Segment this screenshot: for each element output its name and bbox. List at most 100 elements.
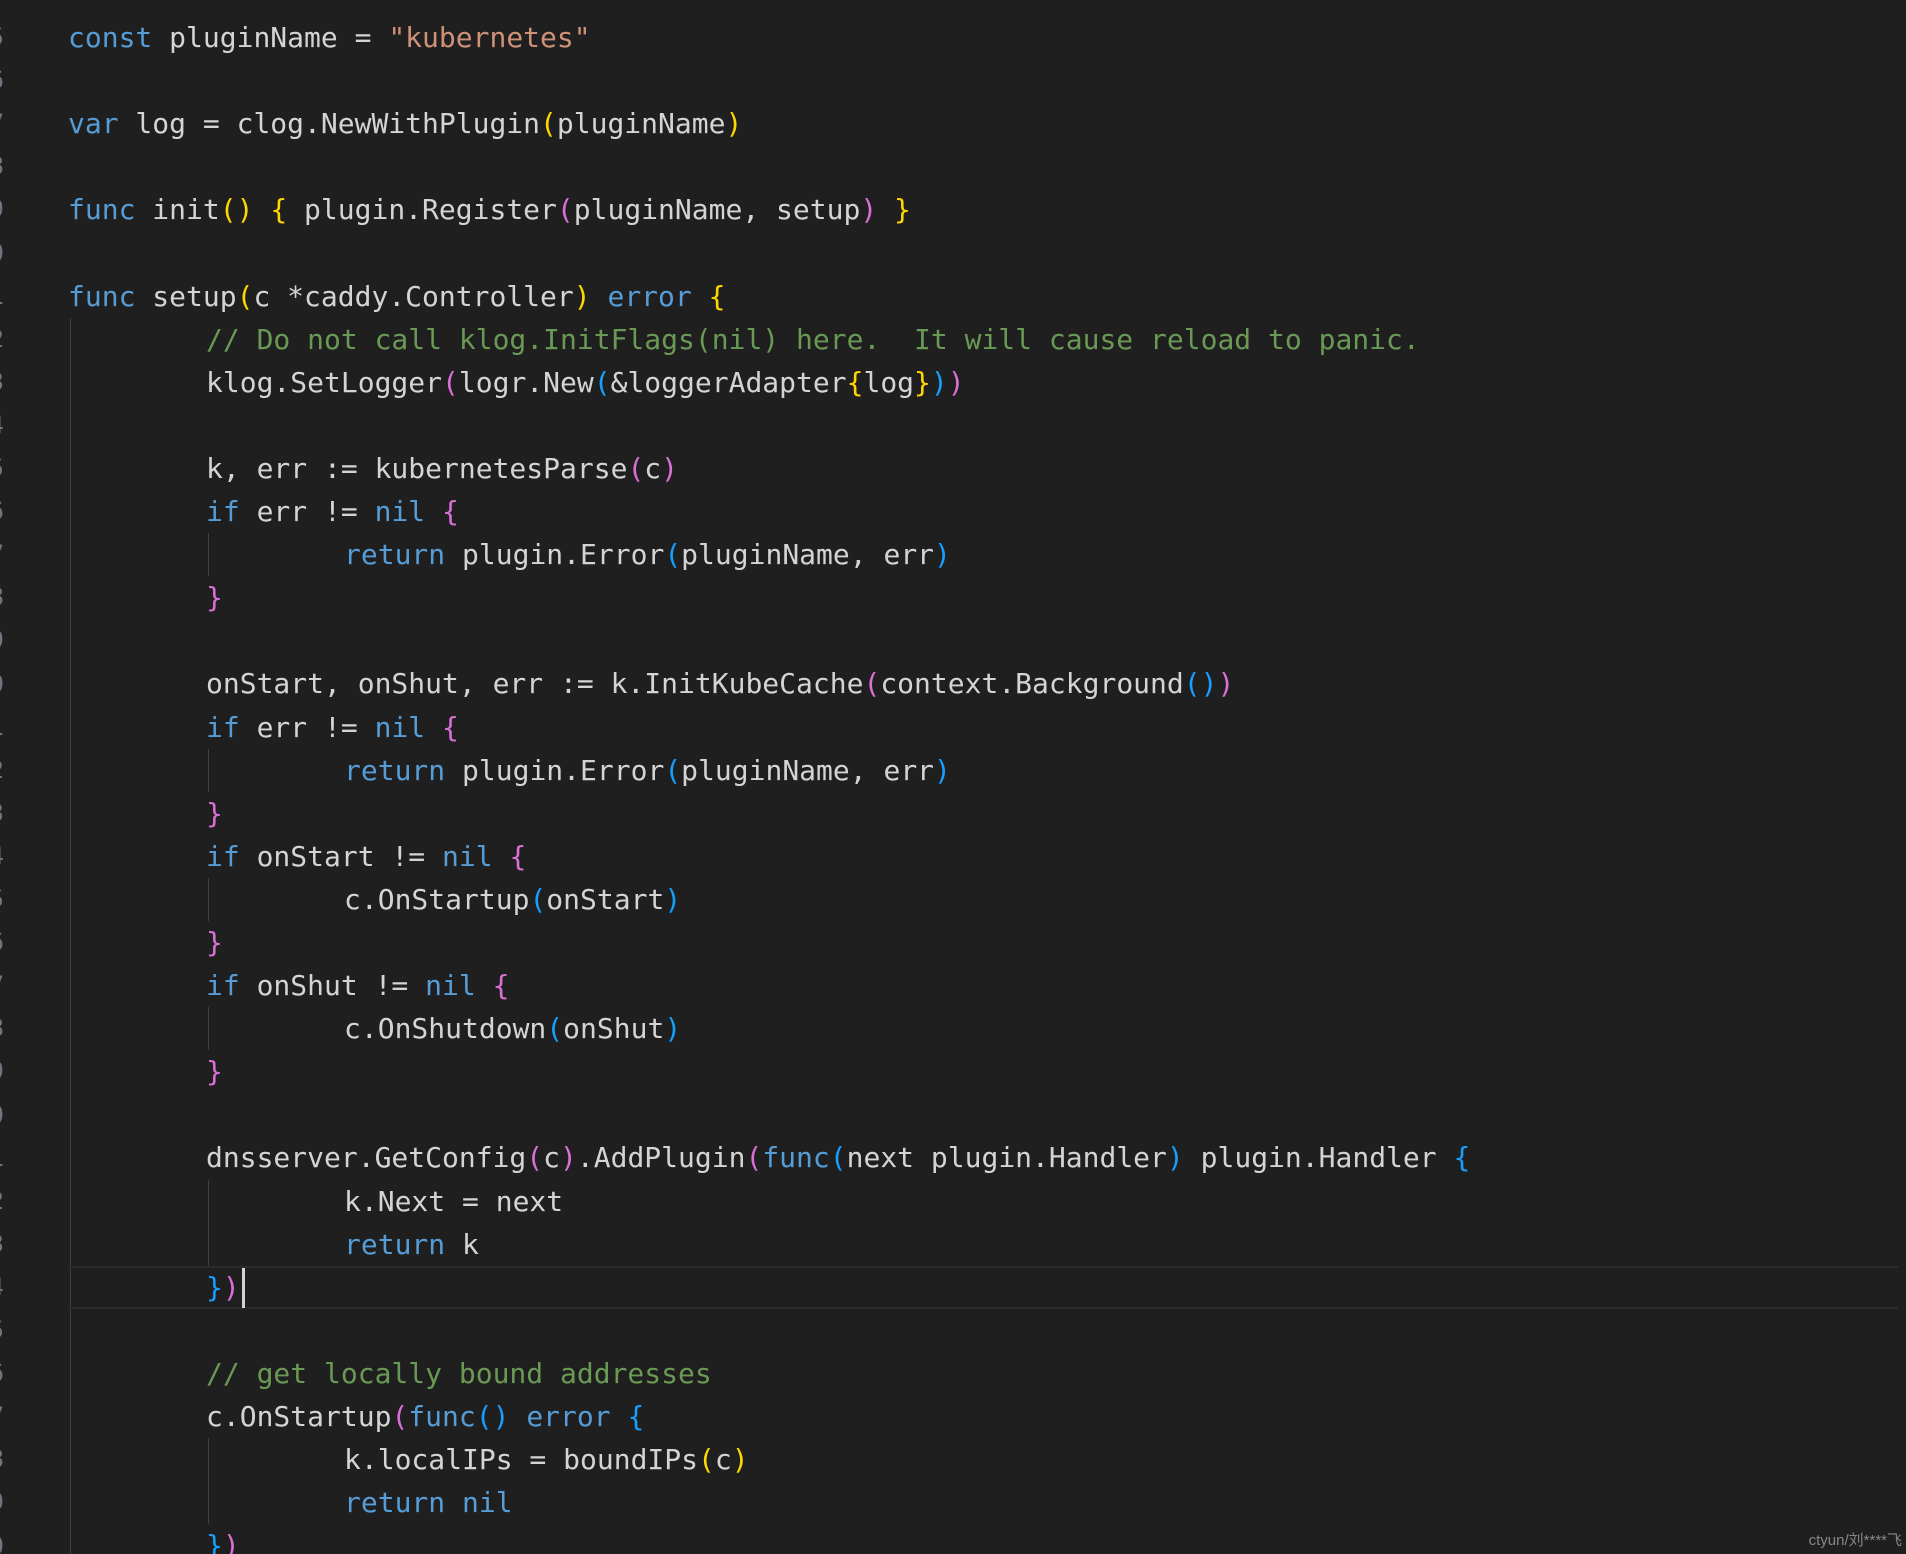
code-line[interactable]: dnsserver.GetConfig(c).AddPlugin(func(ne… <box>68 1136 1898 1179</box>
code-line[interactable]: } <box>68 1050 1898 1093</box>
code-line[interactable]: return k <box>68 1223 1898 1266</box>
code-token: error <box>526 1400 611 1433</box>
code-token: ( <box>593 365 611 399</box>
code-line[interactable]: if onStart != nil { <box>68 835 1898 878</box>
line-number[interactable]: 8 <box>0 1007 4 1050</box>
line-number[interactable]: 0 <box>0 1094 4 1137</box>
code-line[interactable] <box>68 231 1898 274</box>
code-line[interactable]: } <box>68 921 1898 964</box>
line-number[interactable]: 1 <box>0 275 4 318</box>
code-token: { <box>492 969 510 1003</box>
line-number[interactable]: 7 <box>0 964 4 1007</box>
line-number[interactable]: 6 <box>0 59 4 102</box>
code-line[interactable]: return plugin.Error(pluginName, err) <box>68 533 1898 576</box>
code-line[interactable]: var log = clog.NewWithPlugin(pluginName) <box>68 102 1898 145</box>
code-line[interactable]: const pluginName = "kubernetes" <box>68 16 1898 59</box>
line-number[interactable]: 8 <box>0 145 4 188</box>
line-number[interactable]: 5 <box>0 447 4 490</box>
code-token: onStart <box>546 882 665 916</box>
line-number[interactable]: 1 <box>0 1137 4 1180</box>
line-number[interactable]: 5 <box>0 16 4 59</box>
line-number[interactable]: 7 <box>0 102 4 145</box>
line-number[interactable]: 7 <box>0 533 4 576</box>
code-line[interactable]: }) <box>68 1524 1898 1554</box>
code-line[interactable]: } <box>68 576 1898 619</box>
code-token: c <box>543 1141 561 1175</box>
line-number[interactable]: 4 <box>0 404 4 447</box>
line-number-gutter[interactable]: 567890123456789012345678901234567890 <box>0 0 10 1554</box>
line-number[interactable]: 9 <box>0 188 4 231</box>
code-token: ( <box>556 193 574 227</box>
code-line[interactable] <box>68 1309 1898 1352</box>
code-line[interactable] <box>68 404 1898 447</box>
code-line[interactable]: } <box>68 792 1898 835</box>
line-number[interactable]: 5 <box>0 1309 4 1352</box>
code-line[interactable] <box>68 1093 1898 1136</box>
code-line[interactable]: }) <box>68 1266 1898 1309</box>
code-token: ) <box>661 451 679 485</box>
code-line[interactable]: c.OnStartup(func() error { <box>68 1395 1898 1438</box>
code-line[interactable]: klog.SetLogger(logr.New(&loggerAdapter{l… <box>68 361 1898 404</box>
code-line[interactable]: onStart, onShut, err := k.InitKubeCache(… <box>68 662 1898 705</box>
line-number[interactable]: 9 <box>0 619 4 662</box>
code-line[interactable]: if err != nil { <box>68 706 1898 749</box>
code-line[interactable]: if err != nil { <box>68 490 1898 533</box>
code-line[interactable]: k.localIPs = boundIPs(c) <box>68 1438 1898 1481</box>
line-number[interactable]: 0 <box>0 232 4 275</box>
code-line[interactable]: if onShut != nil { <box>68 964 1898 1007</box>
code-token: { <box>846 365 864 399</box>
line-number[interactable]: 2 <box>0 1180 4 1223</box>
code-line[interactable]: // Do not call klog.InitFlags(nil) here.… <box>68 318 1898 361</box>
code-token: c.OnStartup <box>206 1400 392 1433</box>
code-line[interactable]: c.OnShutdown(onShut) <box>68 1007 1898 1050</box>
code-token: logr.New <box>458 365 594 399</box>
line-number[interactable]: 2 <box>0 318 4 361</box>
code-token: func <box>68 193 136 227</box>
line-number[interactable]: 2 <box>0 749 4 792</box>
code-line[interactable]: // get locally bound addresses <box>68 1352 1898 1395</box>
code-token: c *caddy.Controller <box>253 279 574 313</box>
line-number[interactable]: 6 <box>0 1352 4 1395</box>
code-line[interactable]: func init() { plugin.Register(pluginName… <box>68 188 1898 231</box>
line-number[interactable]: 3 <box>0 1223 4 1266</box>
code-token: } <box>206 1270 223 1304</box>
line-number[interactable]: 3 <box>0 792 4 835</box>
code-line[interactable]: k.Next = next <box>68 1180 1898 1223</box>
code-line[interactable]: func setup(c *caddy.Controller) error { <box>68 275 1898 318</box>
line-number[interactable]: 5 <box>0 878 4 921</box>
code-line[interactable] <box>68 619 1898 662</box>
code-token: nil <box>425 969 476 1003</box>
line-number[interactable]: 8 <box>0 576 4 619</box>
code-token: ) <box>725 107 743 141</box>
code-line[interactable] <box>68 59 1898 102</box>
code-area[interactable]: const pluginName = "kubernetes" var log =… <box>68 16 1898 1554</box>
code-line[interactable]: return nil <box>68 1481 1898 1524</box>
code-token: ) <box>930 365 948 399</box>
line-number[interactable]: 0 <box>0 1525 4 1554</box>
line-number[interactable]: 6 <box>0 490 4 533</box>
code-token: { <box>442 710 459 744</box>
code-line[interactable] <box>68 145 1898 188</box>
line-number[interactable]: 7 <box>0 1395 4 1438</box>
line-number[interactable]: 4 <box>0 1266 4 1309</box>
line-number[interactable]: 3 <box>0 361 4 404</box>
code-token: ) <box>664 1012 682 1046</box>
line-number[interactable]: 9 <box>0 1481 4 1524</box>
line-number[interactable]: 6 <box>0 921 4 964</box>
code-editor[interactable]: 567890123456789012345678901234567890 con… <box>0 0 1906 1554</box>
code-token: func <box>408 1400 476 1433</box>
code-line[interactable]: return plugin.Error(pluginName, err) <box>68 749 1898 792</box>
code-line[interactable]: c.OnStartup(onStart) <box>68 878 1898 921</box>
line-number[interactable]: 9 <box>0 1050 4 1093</box>
line-number[interactable]: 8 <box>0 1438 4 1481</box>
code-token: () <box>475 1400 510 1433</box>
line-number[interactable]: 4 <box>0 835 4 878</box>
code-token: } <box>206 1529 223 1554</box>
code-line[interactable]: k, err := kubernetesParse(c) <box>68 447 1898 490</box>
code-token: ( <box>745 1141 763 1175</box>
code-token: k, err := kubernetesParse <box>206 451 628 485</box>
text-cursor <box>241 1267 245 1308</box>
line-number[interactable]: 1 <box>0 706 4 749</box>
line-number[interactable]: 0 <box>0 663 4 706</box>
